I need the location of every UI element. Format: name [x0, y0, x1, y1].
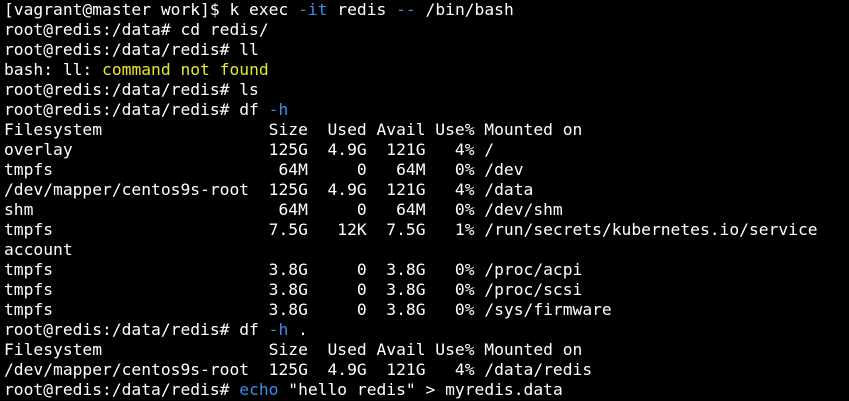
- cmd-cd-redis: root@redis:/data# cd redis/: [4, 20, 269, 39]
- df-row-tmpfs-secrets: tmpfs 7.5G 12K 7.5G 1% /run/secrets/kube…: [4, 220, 818, 239]
- df-row-overlay: overlay 125G 4.9G 121G 4% /: [4, 140, 495, 159]
- terminal-window[interactable]: [vagrant@master work]$ k exec -it redis …: [0, 0, 849, 401]
- cmd-ll: root@redis:/data/redis# ll: [4, 40, 259, 59]
- df-header: Filesystem Size Used Avail Use% Mounted …: [4, 120, 583, 139]
- df-row-tmpfs-acpi: tmpfs 3.8G 0 3.8G 0% /proc/acpi: [4, 260, 583, 279]
- cmd-ls: root@redis:/data/redis# ls: [4, 80, 259, 99]
- df2-header: Filesystem Size Used Avail Use% Mounted …: [4, 340, 583, 359]
- cmd-echo: root@redis:/data/redis# echo "hello redi…: [4, 380, 563, 399]
- df2-row-centos-root: /dev/mapper/centos9s-root 125G 4.9G 121G…: [4, 360, 593, 379]
- cmd-df-h: root@redis:/data/redis# df -h: [4, 100, 289, 119]
- df-row-shm: shm 64M 0 64M 0% /dev/shm: [4, 200, 563, 219]
- cmd-df-h-dot: root@redis:/data/redis# df -h .: [4, 320, 308, 339]
- df-row-centos-root: /dev/mapper/centos9s-root 125G 4.9G 121G…: [4, 180, 534, 199]
- cmd-kubectl-exec: [vagrant@master work]$ k exec -it redis …: [4, 0, 514, 19]
- df-row-tmpfs-firmware: tmpfs 3.8G 0 3.8G 0% /sys/firmware: [4, 300, 612, 319]
- df-row-tmpfs-dev: tmpfs 64M 0 64M 0% /dev: [4, 160, 524, 179]
- df-row-tmpfs-scsi: tmpfs 3.8G 0 3.8G 0% /proc/scsi: [4, 280, 583, 299]
- output-ll-error: bash: ll: command not found: [4, 60, 269, 79]
- df-row-tmpfs-secrets-wrap: account: [4, 240, 73, 259]
